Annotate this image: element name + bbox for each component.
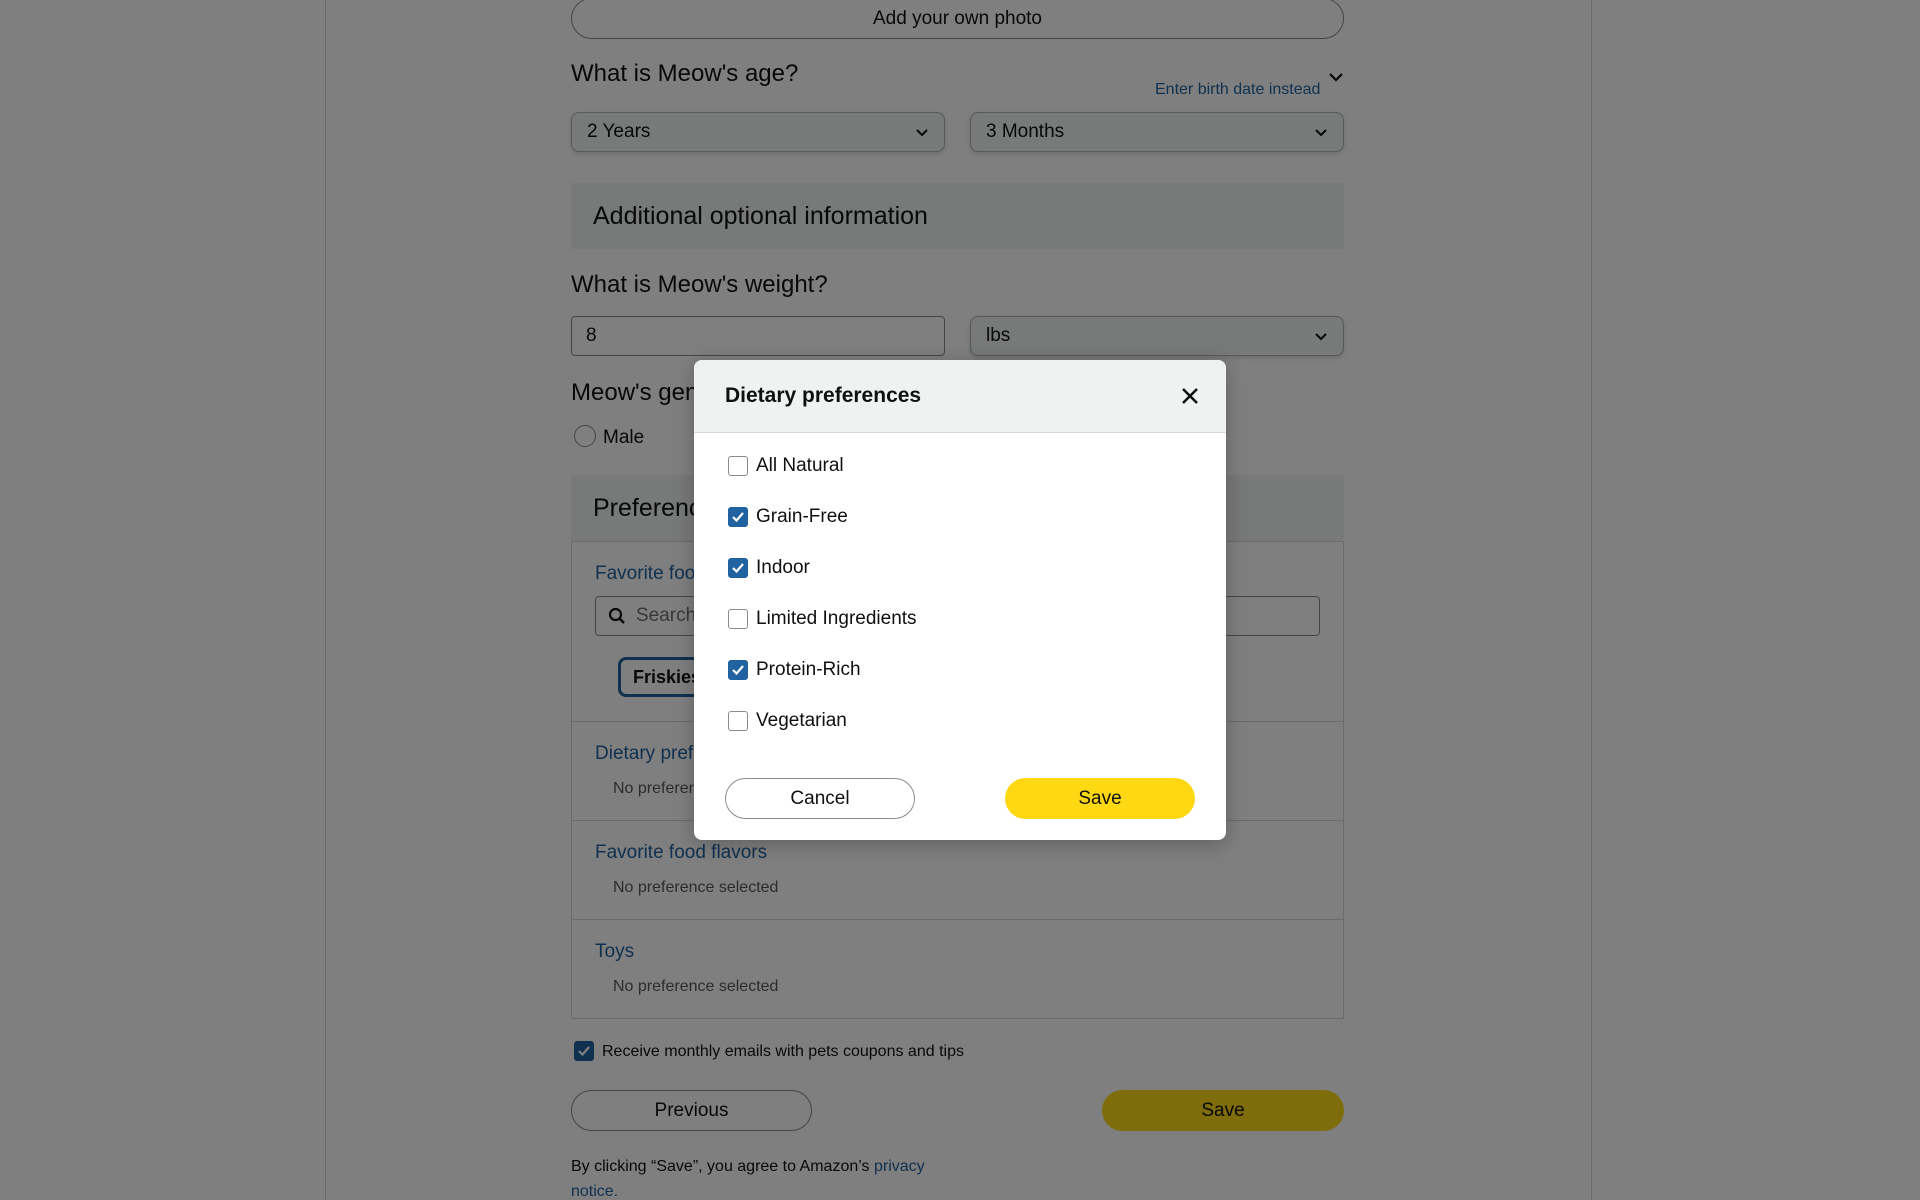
option-limited-ingredients[interactable]: Limited Ingredients xyxy=(728,608,917,630)
option-protein-rich[interactable]: Protein-Rich xyxy=(728,659,861,681)
option-indoor[interactable]: Indoor xyxy=(728,557,810,579)
option-label: Grain-Free xyxy=(756,506,848,527)
checkmark-icon xyxy=(732,563,744,574)
option-label: Protein-Rich xyxy=(756,659,861,680)
option-label: Limited Ingredients xyxy=(756,608,917,629)
modal-title: Dietary preferences xyxy=(725,384,922,407)
modal-cancel-button[interactable]: Cancel xyxy=(725,778,915,819)
checkbox-grain-free[interactable] xyxy=(728,507,748,527)
option-label: All Natural xyxy=(756,455,844,476)
dietary-preferences-modal: Dietary preferences All Natural Grain-Fr… xyxy=(694,360,1226,840)
option-label: Indoor xyxy=(756,557,810,578)
checkbox-vegetarian[interactable] xyxy=(728,711,748,731)
option-label: Vegetarian xyxy=(756,710,847,731)
checkbox-all-natural[interactable] xyxy=(728,456,748,476)
checkbox-limited-ingredients[interactable] xyxy=(728,609,748,629)
option-grain-free[interactable]: Grain-Free xyxy=(728,506,848,528)
checkbox-protein-rich[interactable] xyxy=(728,660,748,680)
option-vegetarian[interactable]: Vegetarian xyxy=(728,710,847,732)
modal-header: Dietary preferences xyxy=(694,360,1226,433)
checkmark-icon xyxy=(732,512,744,523)
checkbox-indoor[interactable] xyxy=(728,558,748,578)
modal-save-button[interactable]: Save xyxy=(1005,778,1195,819)
close-icon[interactable] xyxy=(1180,386,1200,406)
option-all-natural[interactable]: All Natural xyxy=(728,455,844,477)
checkmark-icon xyxy=(732,665,744,676)
